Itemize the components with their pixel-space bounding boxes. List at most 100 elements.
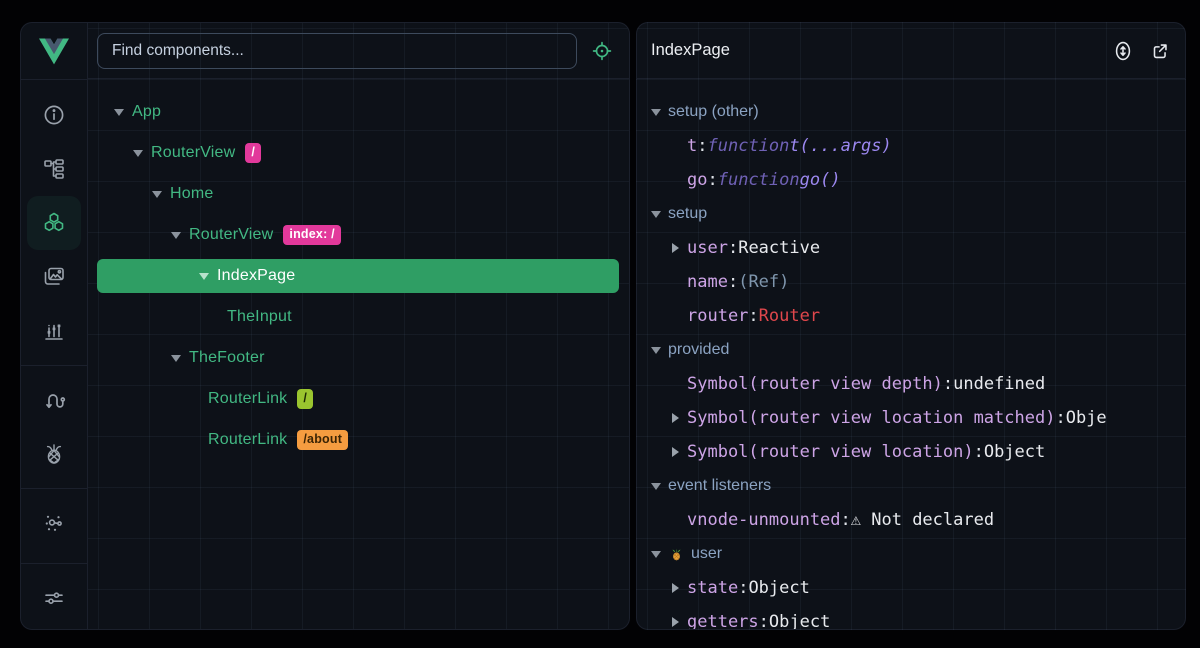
state-section-user[interactable]: user: [649, 537, 1177, 571]
section-label: setup: [668, 205, 707, 223]
components-panel: App RouterView/Home RouterViewindex: / Inde…: [20, 22, 630, 630]
open-in-editor-icon[interactable]: [1149, 40, 1171, 62]
state-field-symbol-router-view-location-matched[interactable]: Symbol(router view location matched) : O…: [649, 401, 1177, 435]
tree-header: [88, 23, 629, 79]
key-value-separator: :: [728, 238, 738, 258]
pinia-store-icon: [669, 547, 684, 562]
state-value: Object: [984, 442, 1045, 462]
state-key: vnode-unmounted: [687, 510, 841, 530]
state-value: ⚠ Not declared: [851, 510, 994, 530]
key-value-separator: :: [974, 442, 984, 462]
state-field-state[interactable]: state : Object: [649, 571, 1177, 605]
component-tree-panel: App RouterView/Home RouterViewindex: / Inde…: [88, 23, 629, 629]
state-value: Reactive: [738, 238, 820, 258]
key-value-separator: :: [748, 306, 758, 326]
state-field-router[interactable]: router : Router: [649, 299, 1177, 333]
tree-item-routerlink[interactable]: RouterLink /: [88, 382, 629, 416]
caret-down-icon[interactable]: [649, 109, 663, 116]
state-key: Symbol(router view location matched): [687, 408, 1055, 428]
router-icon[interactable]: [27, 373, 81, 427]
state-value: Object: [769, 612, 830, 629]
route-badge: index: /: [283, 225, 340, 245]
route-badge: /: [245, 143, 261, 163]
sidebar-rail: [21, 23, 88, 629]
component-name: App: [132, 103, 161, 121]
caret-right-icon[interactable]: [668, 447, 682, 457]
state-field-vnode-unmounted[interactable]: vnode-unmounted : ⚠ Not declared: [649, 503, 1177, 537]
caret-right-icon[interactable]: [668, 243, 682, 253]
state-section-provided[interactable]: provided: [649, 333, 1177, 367]
tree-item-theinput[interactable]: TheInput: [88, 300, 629, 334]
component-picker-icon[interactable]: [591, 40, 613, 62]
state-section-setup-other[interactable]: setup (other): [649, 95, 1177, 129]
state-field-t[interactable]: t : function t(...args): [649, 129, 1177, 163]
key-value-separator: :: [943, 374, 953, 394]
overview-info-icon[interactable]: [27, 88, 81, 142]
section-label: user: [691, 545, 722, 563]
key-value-separator: :: [738, 578, 748, 598]
caret-down-icon[interactable]: [649, 347, 663, 354]
state-field-symbol-router-view-depth[interactable]: Symbol(router view depth) : undefined: [649, 367, 1177, 401]
state-value: (Ref): [738, 272, 789, 292]
state-value: function: [718, 170, 800, 190]
component-name: IndexPage: [217, 267, 295, 285]
settings-icon[interactable]: [27, 571, 81, 625]
search-input[interactable]: [97, 33, 577, 69]
state-value: go(): [800, 170, 841, 190]
caret-down-icon[interactable]: [131, 150, 145, 157]
state-field-user[interactable]: user : Reactive: [649, 231, 1177, 265]
state-value: t(...args): [789, 136, 891, 156]
state-key: router: [687, 306, 748, 326]
state-field-getters[interactable]: getters : Object: [649, 605, 1177, 629]
key-value-separator: :: [728, 272, 738, 292]
inspector-header: IndexPage: [637, 23, 1185, 79]
tree-item-app[interactable]: App: [88, 95, 629, 129]
state-key: go: [687, 170, 707, 190]
timeline-icon[interactable]: [27, 304, 81, 358]
caret-down-icon[interactable]: [169, 232, 183, 239]
state-key: user: [687, 238, 728, 258]
caret-right-icon[interactable]: [668, 413, 682, 423]
key-value-separator: :: [841, 510, 851, 530]
component-name: Home: [170, 185, 213, 203]
state-section-setup[interactable]: setup: [649, 197, 1177, 231]
caret-down-icon[interactable]: [112, 109, 126, 116]
tree-item-thefooter[interactable]: TheFooter: [88, 341, 629, 375]
caret-right-icon[interactable]: [668, 583, 682, 593]
graph-icon[interactable]: [27, 496, 81, 550]
state-key: name: [687, 272, 728, 292]
state-key: Symbol(router view depth): [687, 374, 943, 394]
tree-item-routerlink[interactable]: RouterLink/about: [88, 423, 629, 457]
state-key: Symbol(router view location): [687, 442, 974, 462]
caret-down-icon[interactable]: [649, 483, 663, 490]
pinia-icon[interactable]: [27, 427, 81, 481]
state-rows: setup (other)t : function t(...args)go :…: [637, 79, 1185, 629]
tree-item-home[interactable]: Home: [88, 177, 629, 211]
section-label: setup (other): [668, 103, 759, 121]
caret-down-icon[interactable]: [150, 191, 164, 198]
state-section-event-listeners[interactable]: event listeners: [649, 469, 1177, 503]
component-name: TheFooter: [189, 349, 265, 367]
route-badge: /: [297, 389, 313, 409]
caret-down-icon[interactable]: [649, 551, 663, 558]
section-label: provided: [668, 341, 729, 359]
tree-item-indexpage[interactable]: IndexPage: [97, 259, 619, 293]
component-name: RouterLink: [208, 390, 287, 408]
caret-down-icon[interactable]: [649, 211, 663, 218]
assets-icon[interactable]: [27, 250, 81, 304]
pages-hierarchy-icon[interactable]: [27, 142, 81, 196]
caret-down-icon[interactable]: [169, 355, 183, 362]
key-value-separator: :: [759, 612, 769, 629]
route-badge: /about: [297, 430, 348, 450]
state-value: Object: [748, 578, 809, 598]
caret-down-icon[interactable]: [197, 273, 211, 280]
components-icon[interactable]: [27, 196, 81, 250]
scroll-to-component-icon[interactable]: [1112, 39, 1134, 63]
state-field-name[interactable]: name : (Ref): [649, 265, 1177, 299]
rail-bottom: [21, 556, 87, 629]
state-field-symbol-router-view-location[interactable]: Symbol(router view location) : Object: [649, 435, 1177, 469]
tree-item-routerview[interactable]: RouterView/: [88, 136, 629, 170]
state-field-go[interactable]: go : function go(): [649, 163, 1177, 197]
caret-right-icon[interactable]: [668, 617, 682, 627]
tree-item-routerview[interactable]: RouterViewindex: /: [88, 218, 629, 252]
